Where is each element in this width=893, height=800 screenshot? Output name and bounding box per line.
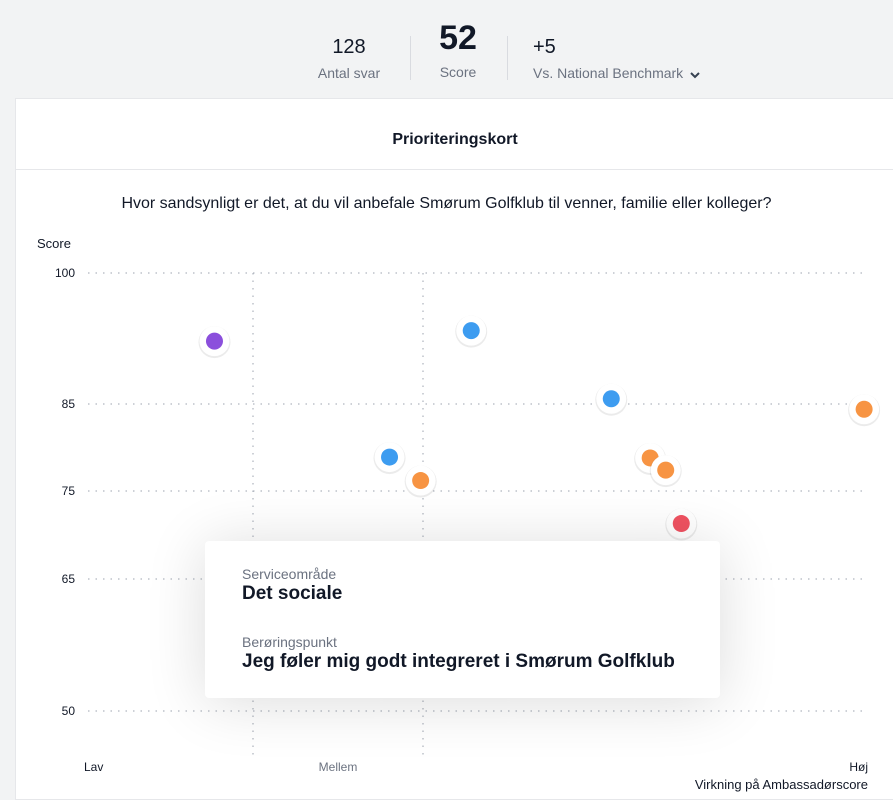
data-point-dot	[381, 448, 399, 466]
data-point[interactable]	[649, 455, 682, 488]
touchpoint-label: Berøringspunkt	[242, 634, 337, 650]
data-points	[198, 315, 881, 541]
data-point[interactable]	[848, 394, 881, 427]
data-point-dot	[412, 472, 430, 490]
data-point[interactable]	[373, 442, 406, 475]
data-point[interactable]	[595, 383, 628, 416]
data-point[interactable]	[404, 465, 437, 498]
data-point-dot	[205, 332, 223, 350]
y-tick-label: 85	[62, 397, 76, 411]
service-area-label: Serviceområde	[242, 566, 337, 582]
x-tick-label: Mellem	[319, 760, 358, 774]
y-tick-label: 50	[62, 704, 76, 718]
data-point-dot	[657, 461, 675, 479]
data-point-dot	[462, 322, 480, 340]
data-point-dot	[855, 400, 873, 418]
data-point-dot	[602, 390, 620, 408]
x-axis-title: Virkning på Ambassadørscore	[695, 777, 868, 792]
data-point[interactable]	[665, 508, 698, 541]
x-tick-labels: Lav Mellem Høj	[84, 760, 868, 774]
point-tooltip: Serviceområde Det sociale Berøringspunkt…	[205, 541, 720, 698]
y-tick-label: 65	[62, 572, 76, 586]
y-axis-title: Score	[37, 236, 71, 251]
y-tick-label: 100	[55, 266, 75, 280]
x-tick-label: Lav	[84, 760, 103, 774]
data-point[interactable]	[198, 326, 231, 359]
x-tick-label: Høj	[849, 760, 868, 774]
y-tick-label: 75	[62, 484, 76, 498]
touchpoint-value: Jeg føler mig godt integreret i Smørum G…	[242, 651, 675, 672]
data-point[interactable]	[455, 315, 488, 348]
data-point-dot	[672, 515, 690, 533]
service-area-value: Det sociale	[242, 583, 343, 604]
y-tick-labels: 100 85 75 65 50	[55, 266, 75, 718]
